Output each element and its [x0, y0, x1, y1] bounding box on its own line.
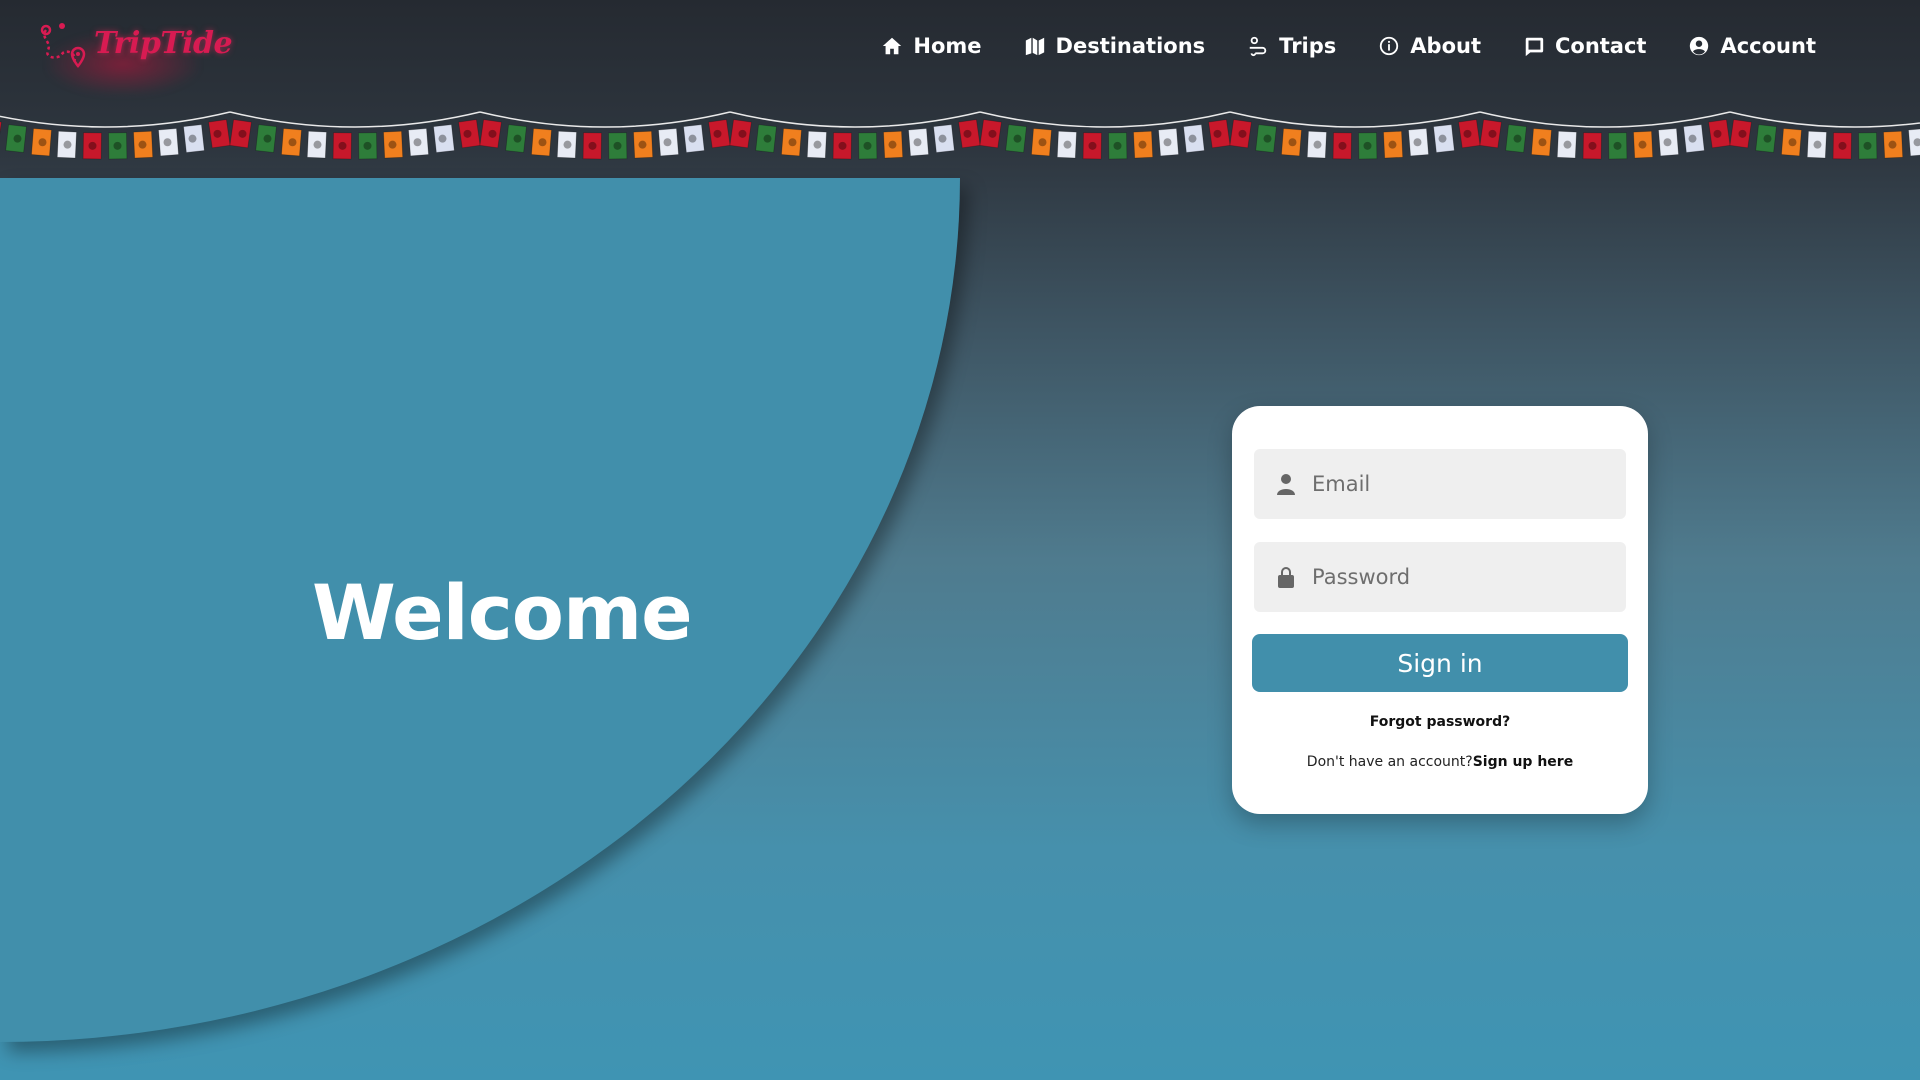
user-circle-icon: [1690, 36, 1709, 56]
email-input[interactable]: [1312, 449, 1612, 519]
nav-destinations-label: Destinations: [1055, 34, 1206, 58]
brand-name: TripTide: [94, 26, 233, 61]
nav-contact-label: Contact: [1554, 34, 1647, 58]
trips-icon: [1249, 36, 1267, 57]
signup-prompt: Don't have an account?Sign up here: [1232, 754, 1648, 770]
sign-in-button[interactable]: Sign in: [1252, 634, 1628, 692]
no-account-text: Don't have an account?: [1306, 754, 1473, 770]
nav-home[interactable]: Home: [881, 34, 982, 58]
map-icon: [1025, 37, 1044, 56]
password-field-wrapper: [1254, 542, 1626, 612]
welcome-heading: Welcome: [312, 568, 693, 657]
lock-icon: [1278, 567, 1294, 588]
email-field-wrapper: [1254, 449, 1626, 519]
top-navbar: TripTide Home Destinations Trips About C…: [0, 0, 1920, 104]
nav-trips[interactable]: Trips: [1247, 34, 1336, 58]
login-card: Sign in Forgot password? Don't have an a…: [1232, 406, 1648, 814]
nav-trips-label: Trips: [1279, 34, 1337, 58]
nav-account-label: Account: [1720, 34, 1816, 58]
route-pin-icon: [40, 23, 86, 68]
nav-account[interactable]: Account: [1688, 34, 1816, 58]
forgot-password-link[interactable]: Forgot password?: [1232, 714, 1648, 730]
nav-destinations[interactable]: Destinations: [1024, 34, 1206, 58]
home-icon: [883, 37, 902, 55]
nav-about[interactable]: About: [1378, 34, 1481, 58]
nav-about-label: About: [1410, 34, 1481, 58]
info-icon: [1380, 36, 1399, 56]
nav-home-label: Home: [913, 34, 982, 58]
user-icon: [1277, 474, 1295, 495]
chat-icon: [1525, 37, 1544, 57]
sign-up-link[interactable]: Sign up here: [1473, 754, 1573, 770]
password-input[interactable]: [1312, 542, 1612, 612]
brand-logo[interactable]: TripTide: [38, 16, 233, 96]
nav-links: Home Destinations Trips About Contact Ac…: [839, 34, 1816, 58]
prayer-flags-decoration: [0, 111, 1920, 160]
nav-contact[interactable]: Contact: [1523, 34, 1647, 58]
